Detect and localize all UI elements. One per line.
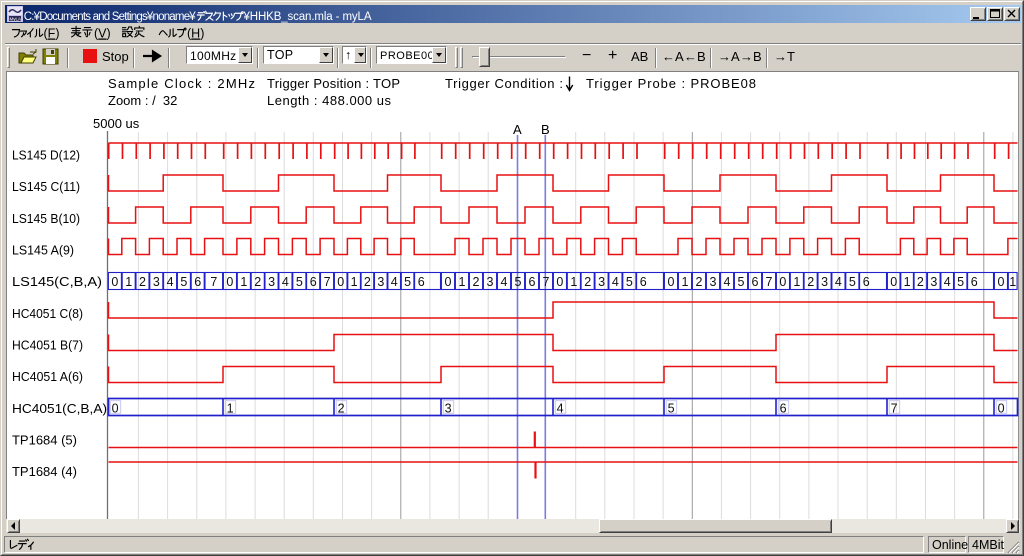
svg-text:(F): (F) <box>44 27 60 41</box>
svg-text:(V): (V) <box>94 27 111 41</box>
svg-text:(H): (H) <box>187 27 204 41</box>
